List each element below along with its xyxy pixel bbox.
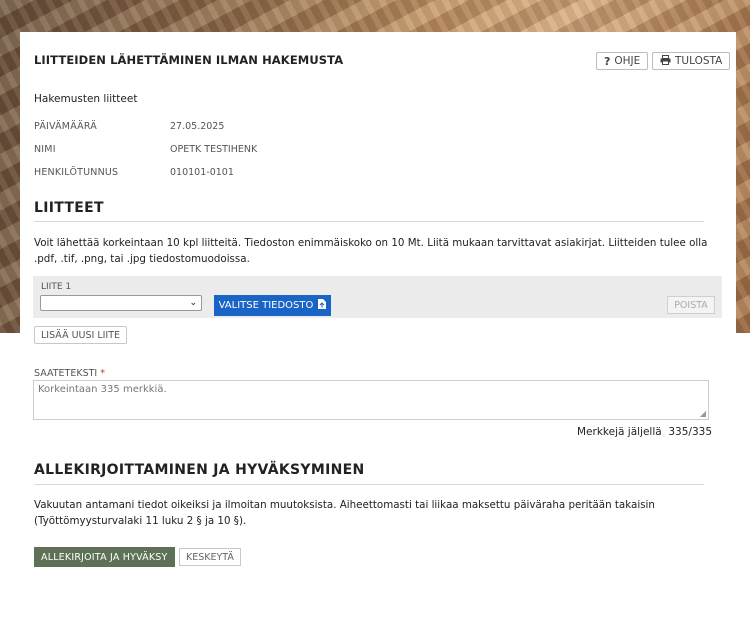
subheading: Hakemusten liitteet xyxy=(34,93,138,105)
attachment-label: LIITE 1 xyxy=(41,282,72,292)
personal-id-label: HENKILÖTUNNUS xyxy=(34,167,119,178)
section-divider xyxy=(34,484,704,485)
print-button-label: TULOSTA xyxy=(675,55,723,67)
printer-icon xyxy=(660,54,671,68)
name-label: NIMI xyxy=(34,144,56,155)
attachment-type-select[interactable]: ⌄ xyxy=(40,295,202,311)
counter-label: Merkkejä jäljellä xyxy=(577,426,662,438)
name-value: OPETK TESTIHENK xyxy=(170,144,258,155)
character-counter: Merkkejä jäljellä 335/335 xyxy=(577,426,712,438)
cover-text-label-text: SAATETEKSTI xyxy=(34,368,98,379)
remove-attachment-button[interactable]: POISTA xyxy=(667,296,715,314)
date-label: PÄIVÄMÄÄRÄ xyxy=(34,121,97,132)
personal-id-value: 010101-0101 xyxy=(170,167,234,178)
section-divider xyxy=(34,221,704,222)
help-button-label: OHJE xyxy=(614,55,641,67)
resize-handle-icon[interactable]: ◢ xyxy=(700,409,706,418)
cancel-button[interactable]: KESKEYTÄ xyxy=(179,548,241,566)
sign-approve-button[interactable]: ALLEKIRJOITA JA HYVÄKSY xyxy=(34,547,175,567)
attachment-row: LIITE 1 ⌄ VALITSE TIEDOSTO POISTA xyxy=(33,276,722,318)
add-attachment-button[interactable]: LISÄÄ UUSI LIITE xyxy=(34,326,128,344)
cover-text-label: SAATETEKSTI * xyxy=(34,368,105,379)
form-card: LIITTEIDEN LÄHETTÄMINEN ILMAN HAKEMUSTA … xyxy=(20,32,736,620)
required-marker: * xyxy=(100,368,105,379)
choose-file-button[interactable]: VALITSE TIEDOSTO xyxy=(214,295,331,316)
cover-text-placeholder: Korkeintaan 335 merkkiä. xyxy=(38,384,167,395)
date-value: 27.05.2025 xyxy=(170,121,225,132)
attachments-heading: LIITTEET xyxy=(34,200,104,216)
choose-file-label: VALITSE TIEDOSTO xyxy=(218,300,314,311)
file-icon xyxy=(318,299,327,312)
page-title: LIITTEIDEN LÄHETTÄMINEN ILMAN HAKEMUSTA xyxy=(34,53,344,67)
question-icon: ? xyxy=(604,54,611,68)
signing-statement: Vakuutan antamani tiedot oikeiksi ja ilm… xyxy=(34,499,655,527)
counter-value: 335/335 xyxy=(668,426,712,438)
chevron-down-icon: ⌄ xyxy=(189,298,197,308)
signing-heading: ALLEKIRJOITTAMINEN JA HYVÄKSYMINEN xyxy=(34,462,365,478)
print-button[interactable]: TULOSTA xyxy=(652,52,731,70)
attachments-description: Voit lähettää korkeintaan 10 kpl liittei… xyxy=(34,237,708,265)
cover-text-input[interactable]: Korkeintaan 335 merkkiä. ◢ xyxy=(33,380,709,420)
help-button[interactable]: ? OHJE xyxy=(596,52,649,70)
